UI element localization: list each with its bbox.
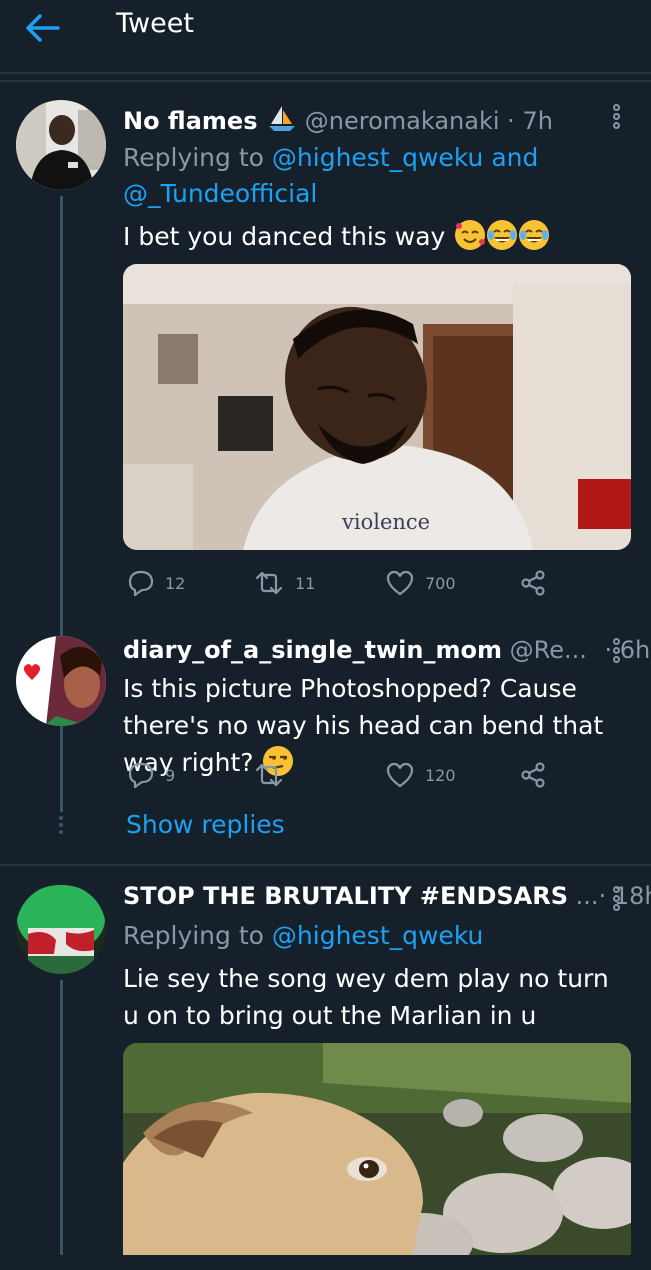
share-icon — [521, 762, 545, 788]
avatar[interactable] — [16, 884, 106, 974]
thread-line — [60, 980, 63, 1255]
retweet-button[interactable] — [253, 760, 295, 790]
face-with-tears-of-joy-icon — [519, 220, 550, 250]
tweet-image[interactable] — [123, 1043, 631, 1255]
tweet-header: STOP THE BRUTALITY #ENDSARS ...· 18h — [123, 882, 651, 910]
reply-button[interactable]: 9 — [127, 760, 175, 790]
replying-to-label: Replying to — [123, 143, 264, 172]
share-button[interactable] — [519, 760, 557, 790]
tweet-actions: 9 120 — [123, 760, 553, 790]
tweet-header: No flames @neromakanaki · 7h — [123, 104, 553, 135]
heart-icon — [386, 762, 414, 788]
timestamp[interactable]: 7h — [522, 107, 552, 135]
display-name[interactable]: No flames — [123, 107, 257, 135]
retweet-count: 11 — [295, 573, 316, 593]
timestamp[interactable]: 6h — [620, 636, 650, 664]
thread-line — [60, 732, 63, 806]
header-divider — [0, 80, 651, 82]
shirt-text: violence — [342, 510, 431, 534]
top-app-bar: Tweet — [0, 0, 651, 74]
separator-dot: · — [598, 882, 607, 910]
like-button[interactable]: 120 — [385, 760, 456, 790]
page-title: Tweet — [116, 8, 194, 39]
show-replies-link[interactable]: Show replies — [126, 810, 285, 839]
user-handle[interactable]: @Re... — [510, 636, 587, 664]
retweet-button[interactable]: 11 — [253, 568, 315, 598]
display-name[interactable]: diary_of_a_single_twin_mom — [123, 636, 502, 664]
avatar[interactable] — [16, 100, 106, 190]
tweet-header: diary_of_a_single_twin_mom @Re... · 6h — [123, 636, 650, 664]
tweet-text: I bet you danced this way — [123, 218, 623, 255]
tweet-text-content: I bet you danced this way — [123, 222, 446, 251]
retweet-icon — [255, 571, 283, 595]
separator-dot: · — [604, 636, 613, 664]
like-count: 120 — [425, 765, 456, 785]
mention-link[interactable]: @highest_qweku — [272, 921, 483, 950]
replying-to: Replying to @highest_qweku — [123, 918, 483, 954]
smiling-face-with-hearts-icon — [455, 220, 486, 250]
tweet-divider — [0, 864, 651, 866]
reply-button[interactable]: 12 — [127, 568, 185, 598]
heart-icon — [386, 570, 414, 596]
sailboat-icon — [269, 106, 296, 131]
share-button[interactable] — [519, 568, 557, 598]
like-button[interactable]: 700 — [385, 568, 456, 598]
separator-dot: · — [507, 107, 515, 135]
tweet-actions: 12 11 700 — [123, 568, 553, 598]
reply-count: 12 — [165, 573, 186, 593]
back-arrow-icon[interactable] — [22, 10, 62, 46]
user-handle[interactable]: @neromakanaki — [305, 107, 500, 135]
face-with-tears-of-joy-icon — [487, 220, 518, 250]
reply-icon — [128, 762, 154, 789]
avatar[interactable] — [16, 636, 106, 726]
reply-icon — [128, 570, 154, 597]
bottom-strip — [0, 1255, 651, 1270]
share-icon — [521, 570, 545, 596]
more-options-icon[interactable] — [613, 638, 623, 664]
display-name[interactable]: STOP THE BRUTALITY #ENDSARS — [123, 882, 568, 910]
mention-and: and — [491, 143, 539, 172]
retweet-icon — [255, 763, 283, 787]
mention-link[interactable]: @_Tundeofficial — [123, 179, 317, 208]
replying-to-label: Replying to — [123, 921, 264, 950]
tweet-image[interactable]: violence — [123, 264, 631, 550]
thread-dots — [57, 815, 65, 835]
replying-to: Replying to @highest_qweku and @_Tundeof… — [123, 140, 538, 212]
more-options-icon[interactable] — [613, 104, 623, 130]
user-handle[interactable]: ... — [576, 882, 599, 910]
tweet-text: Lie sey the song wey dem play no turn u … — [123, 964, 609, 1030]
reply-count: 9 — [165, 765, 176, 785]
mention-link[interactable]: @highest_qweku — [272, 143, 483, 172]
more-options-icon[interactable] — [613, 886, 623, 912]
like-count: 700 — [425, 573, 456, 593]
